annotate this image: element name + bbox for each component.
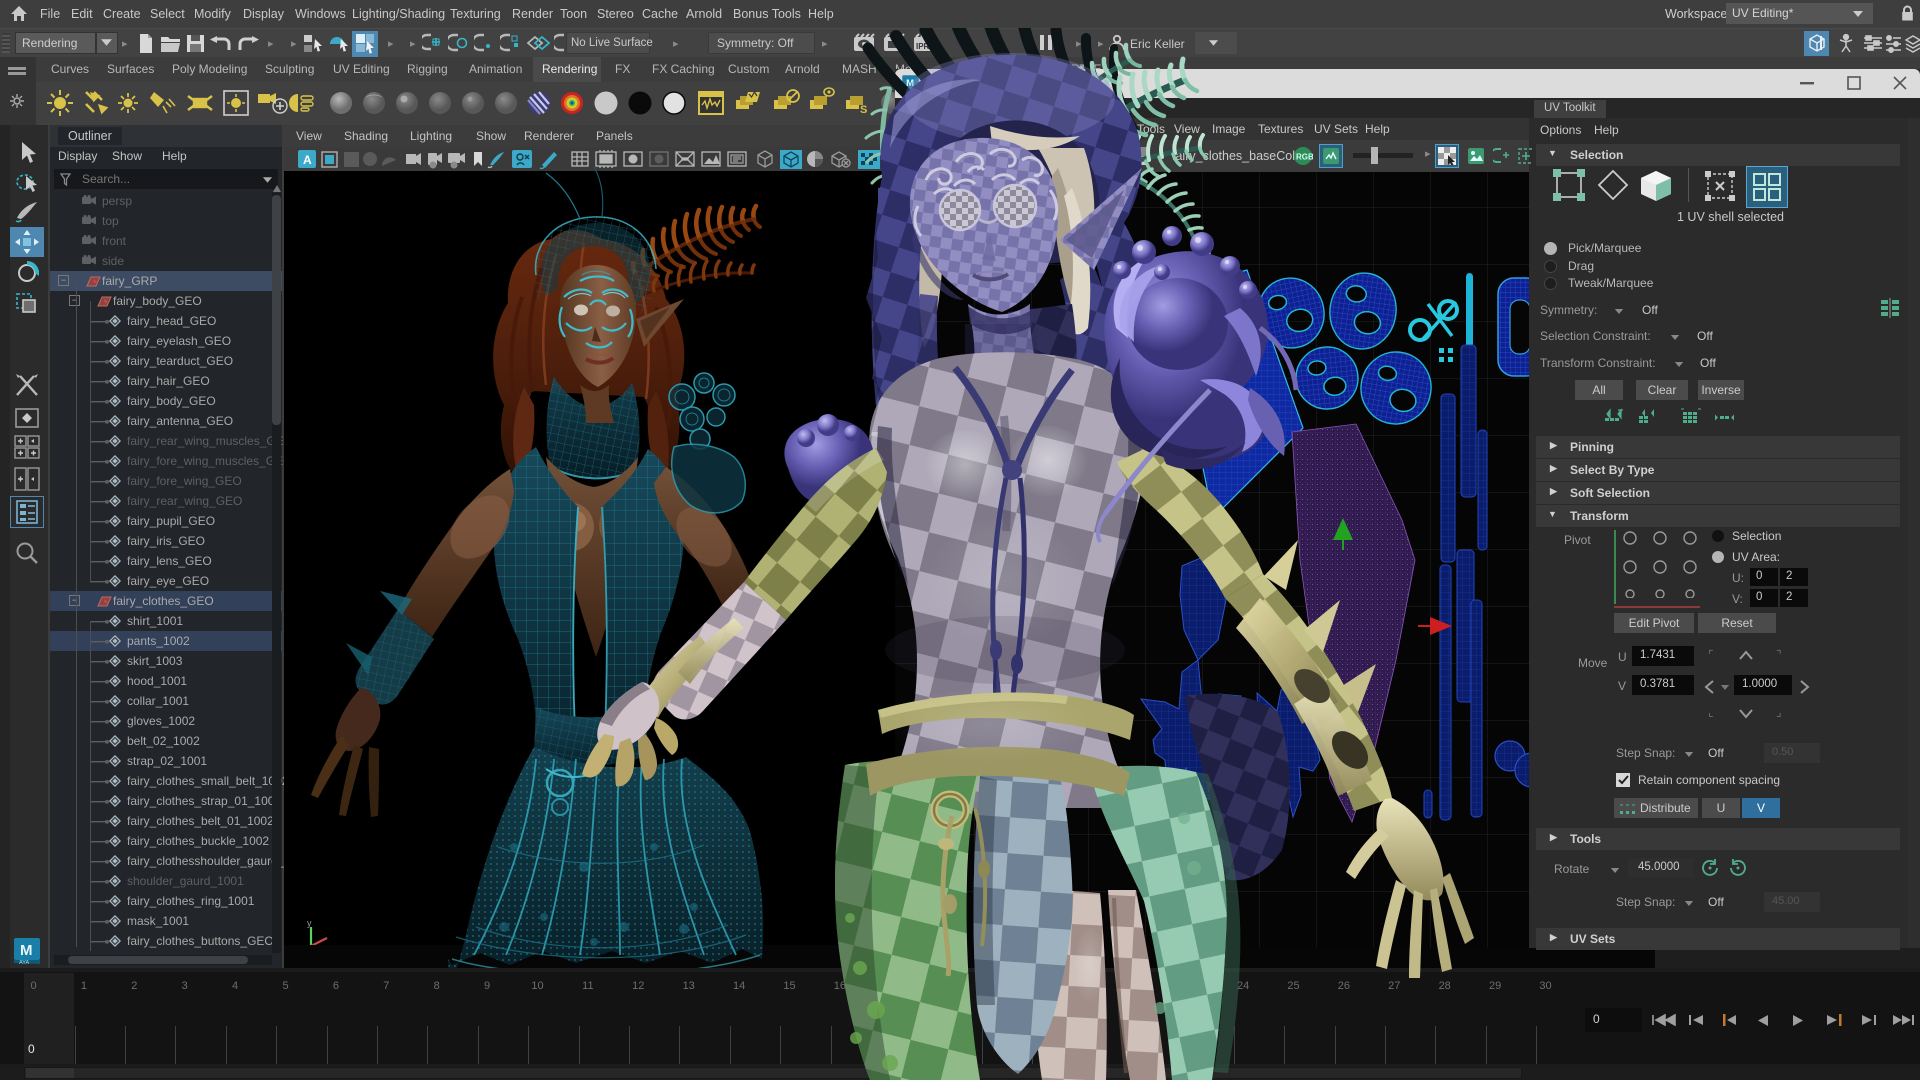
- svg-text:AYA: AYA: [19, 960, 30, 966]
- svg-text:M: M: [20, 942, 33, 959]
